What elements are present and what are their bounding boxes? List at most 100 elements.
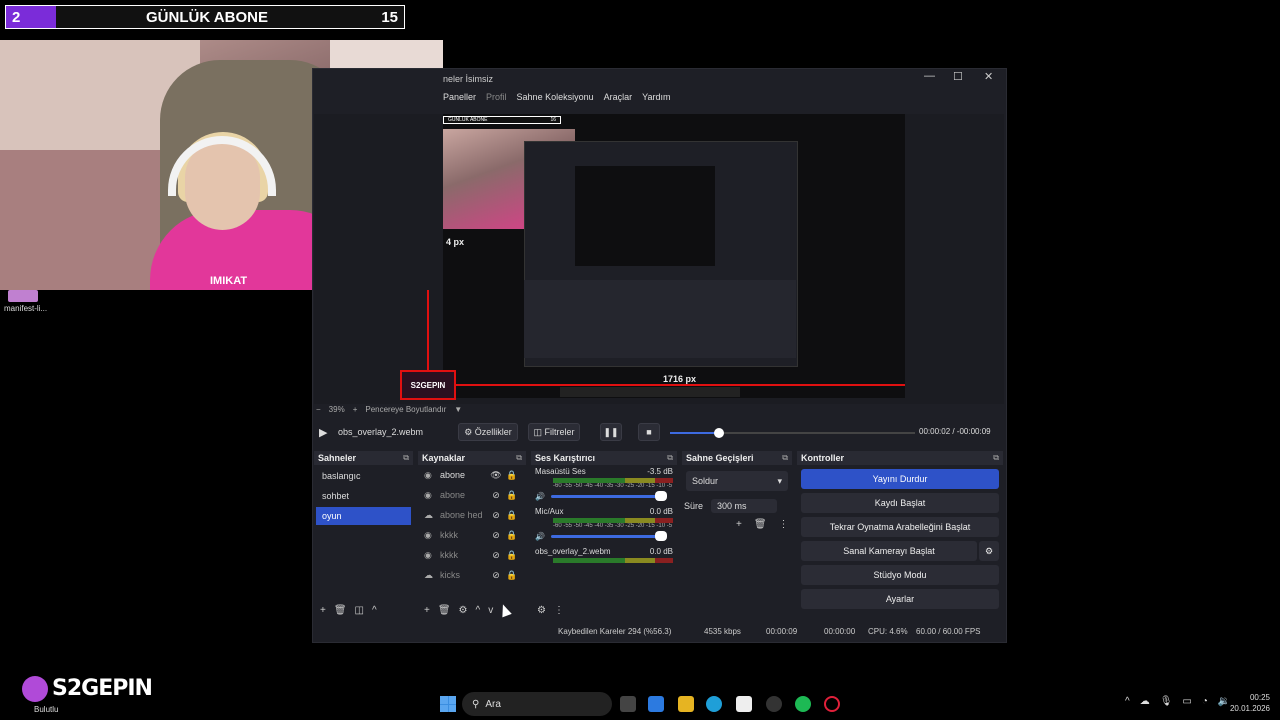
lock-icon[interactable]: 🔒 bbox=[504, 470, 520, 481]
file-explorer-icon[interactable] bbox=[678, 696, 694, 712]
gear-icon[interactable]: ⚙ bbox=[979, 541, 999, 561]
move-up-icon[interactable]: ^ bbox=[372, 605, 377, 616]
scene-item[interactable]: baslangıc bbox=[316, 467, 411, 485]
settings-button[interactable]: Ayarlar bbox=[801, 589, 999, 609]
minimize-button[interactable]: — bbox=[924, 70, 935, 82]
lock-icon[interactable]: 🔒 bbox=[504, 490, 520, 501]
stop-streaming-button[interactable]: Yayını Durdur bbox=[801, 469, 999, 489]
dropped-frames: Kaybedilen Kareler 294 (%56.3) bbox=[558, 627, 672, 636]
monitor-icon[interactable]: ▭ bbox=[1182, 696, 1191, 707]
source-item[interactable]: ◉ kkkk ⊘ 🔒 bbox=[418, 545, 526, 565]
source-item[interactable]: ◉ abone 👁 🔒 bbox=[418, 465, 526, 485]
obs-icon[interactable] bbox=[766, 696, 782, 712]
trash-icon[interactable]: 🗑 bbox=[438, 605, 451, 616]
source-item[interactable]: ☁ kicks ⊘ 🔒 bbox=[418, 565, 526, 585]
eye-hidden-icon[interactable]: ⊘ bbox=[488, 530, 504, 541]
undock-icon[interactable]: ⧉ bbox=[782, 453, 788, 463]
properties-button[interactable]: ⚙ Özellikler bbox=[458, 423, 518, 441]
stop-button[interactable]: ■ bbox=[638, 423, 660, 441]
store-icon[interactable] bbox=[736, 696, 752, 712]
play-icon[interactable]: ▶ bbox=[319, 426, 327, 439]
copilot-icon[interactable] bbox=[648, 696, 664, 712]
menu-help[interactable]: Yardım bbox=[642, 92, 670, 106]
eye-hidden-icon[interactable]: ⊘ bbox=[488, 490, 504, 501]
filter-icon[interactable]: ◫ bbox=[355, 605, 364, 616]
edge-icon[interactable] bbox=[706, 696, 722, 712]
source-item[interactable]: ◉ abone ⊘ 🔒 bbox=[418, 485, 526, 505]
network-icon[interactable]: ☁ bbox=[1140, 696, 1150, 707]
trash-icon[interactable]: 🗑 bbox=[334, 605, 347, 616]
meter-ticks: -60 -55 -50 -45 -40 -35 -30 -25 -20 -15 … bbox=[553, 523, 673, 529]
trash-icon[interactable]: 🗑 bbox=[754, 519, 767, 530]
more-icon[interactable]: ⋮ bbox=[554, 605, 564, 616]
menu-tools[interactable]: Araçlar bbox=[604, 92, 633, 106]
lock-icon[interactable]: 🔒 bbox=[504, 530, 520, 541]
volume-slider[interactable] bbox=[550, 490, 667, 501]
source-item[interactable]: ☁ abone hed ⊘ 🔒 bbox=[418, 505, 526, 525]
pause-button[interactable]: ❚❚ bbox=[600, 423, 622, 441]
seek-slider[interactable] bbox=[670, 428, 915, 438]
opera-icon[interactable] bbox=[824, 696, 840, 712]
lock-icon[interactable]: 🔒 bbox=[504, 510, 520, 521]
chevron-up-icon[interactable]: ^ bbox=[1125, 696, 1130, 707]
eye-hidden-icon[interactable]: ⊘ bbox=[488, 550, 504, 561]
gear-icon[interactable]: ⚙ bbox=[459, 605, 468, 616]
start-virtual-camera-button[interactable]: Sanal Kamerayı Başlat bbox=[801, 541, 977, 561]
source-item[interactable]: ◉ kkkk ⊘ 🔒 bbox=[418, 525, 526, 545]
close-button[interactable]: ✕ bbox=[984, 70, 993, 83]
add-icon[interactable]: + bbox=[424, 605, 430, 616]
scene-item[interactable]: sohbet bbox=[316, 487, 411, 505]
duration-input[interactable]: 300 ms bbox=[711, 499, 777, 513]
source-type-icon: ☁ bbox=[424, 569, 433, 580]
manifest-label: manifest-li... bbox=[4, 304, 48, 313]
start-replay-buffer-button[interactable]: Tekrar Oynatma Arabelleğini Başlat bbox=[801, 517, 999, 537]
move-up-icon[interactable]: ^ bbox=[476, 605, 481, 616]
recording-time: 00:00:00 bbox=[824, 627, 856, 636]
taskbar-search[interactable]: ⚲ Ara bbox=[462, 692, 612, 716]
controls-dock: Kontroller ⧉ Yayını Durdur Kaydı Başlat T… bbox=[797, 451, 1003, 619]
eye-hidden-icon[interactable]: ⊘ bbox=[488, 570, 504, 581]
taskbar bbox=[0, 688, 1280, 720]
menu-profile[interactable]: Profil bbox=[486, 92, 507, 106]
volume-slider[interactable] bbox=[550, 530, 667, 541]
undock-icon[interactable]: ⧉ bbox=[403, 453, 409, 463]
undock-icon[interactable]: ⧉ bbox=[993, 453, 999, 463]
more-icon[interactable]: ⋮ bbox=[779, 519, 789, 530]
fit-dropdown-icon[interactable]: ▼ bbox=[454, 405, 462, 414]
undock-icon[interactable]: ⧉ bbox=[516, 453, 522, 463]
start-recording-button[interactable]: Kaydı Başlat bbox=[801, 493, 999, 513]
speaker-icon[interactable]: 🔊 bbox=[535, 532, 545, 541]
task-view-icon[interactable] bbox=[620, 696, 636, 712]
filters-button[interactable]: ◫ Filtreler bbox=[528, 423, 580, 441]
wifi-icon[interactable]: ◔ bbox=[1202, 696, 1208, 707]
source-name: abone bbox=[440, 470, 466, 480]
clock[interactable]: 00:25 20.01.2026 bbox=[1210, 692, 1270, 714]
windows-start-icon[interactable] bbox=[440, 696, 456, 712]
preview-nested-docks bbox=[524, 280, 796, 358]
clock-date: 20.01.2026 bbox=[1229, 704, 1270, 713]
zoom-out-button[interactable]: − bbox=[316, 405, 321, 414]
move-down-icon[interactable]: v bbox=[488, 605, 493, 616]
eye-icon[interactable]: 👁 bbox=[488, 470, 504, 481]
menu-panels[interactable]: Paneller bbox=[443, 92, 476, 106]
spotify-icon[interactable] bbox=[795, 696, 811, 712]
speaker-icon[interactable]: 🔊 bbox=[535, 492, 545, 501]
bitrate: 4535 kbps bbox=[704, 627, 741, 636]
menu-scene-collection[interactable]: Sahne Koleksiyonu bbox=[517, 92, 594, 106]
add-icon[interactable]: + bbox=[320, 605, 326, 616]
zoom-in-button[interactable]: + bbox=[353, 405, 358, 414]
mixer-settings-icon[interactable]: ⚙ bbox=[537, 605, 546, 616]
lock-icon[interactable]: 🔒 bbox=[504, 550, 520, 561]
undock-icon[interactable]: ⧉ bbox=[667, 453, 673, 463]
fit-to-window[interactable]: Pencereye Boyutlandır bbox=[365, 405, 446, 414]
microphone-icon[interactable]: 🎙 bbox=[1160, 696, 1173, 707]
maximize-button[interactable]: ☐ bbox=[953, 70, 963, 83]
selected-source-box[interactable]: S2GEPIN bbox=[400, 370, 456, 400]
transition-select[interactable]: Soldur ▾ bbox=[686, 471, 788, 491]
scene-item-selected[interactable]: oyun bbox=[316, 507, 411, 525]
add-icon[interactable]: + bbox=[736, 519, 742, 530]
lock-icon[interactable]: 🔒 bbox=[504, 570, 520, 581]
eye-hidden-icon[interactable]: ⊘ bbox=[488, 510, 504, 521]
channel-name: obs_overlay_2.webm bbox=[535, 547, 611, 556]
studio-mode-button[interactable]: Stüdyo Modu bbox=[801, 565, 999, 585]
